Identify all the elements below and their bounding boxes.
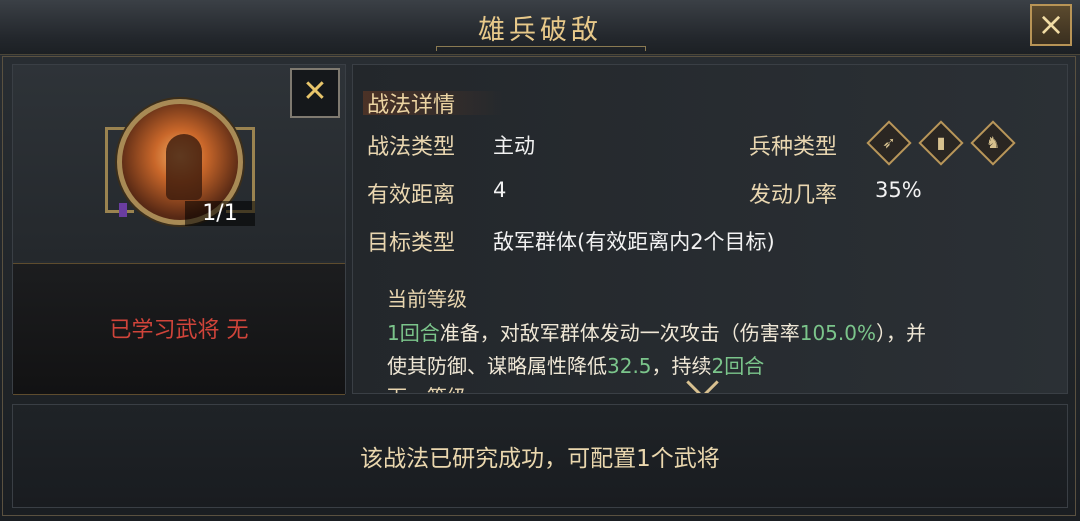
unequip-button[interactable]: ✕: [290, 68, 340, 118]
close-icon[interactable]: ×: [1030, 4, 1072, 46]
trigger-rate-value: 35%: [875, 178, 922, 202]
title-bar: 雄兵破敌: [0, 0, 1080, 55]
skill-count: 1/1: [185, 201, 255, 226]
range-label: 有效距离: [367, 183, 456, 208]
target-value: 敌军群体(有效距离内2个目标): [493, 230, 775, 254]
dialog-title: 雄兵破敌: [478, 15, 602, 46]
skill-type-label: 战法类型: [367, 135, 456, 160]
desc-duration: 2回合: [711, 354, 765, 378]
skill-type-value: 主动: [493, 134, 535, 158]
bow-icon[interactable]: ➶: [866, 120, 912, 166]
desc-text-3: 使其防御、谋略属性降低: [387, 354, 607, 378]
trigger-rate-label: 发动几率: [749, 183, 838, 208]
skill-details-panel: 战法详情 战法类型 主动 有效距离 4 目标类型 敌军群体(有效距离内2个目标)…: [352, 64, 1068, 394]
unit-type-label: 兵种类型: [749, 135, 838, 160]
learned-generals-text: 已学习武将 无: [109, 318, 249, 343]
status-panel: 该战法已研究成功，可配置1个武将: [12, 404, 1068, 508]
desc-rounds: 1回合: [387, 321, 440, 345]
range-value: 4: [493, 178, 507, 202]
desc-text-1: 准备，对敌军群体发动一次攻击（伤害率: [439, 321, 800, 345]
warrior-figure-icon: [166, 134, 202, 200]
desc-text-2: ），并: [876, 321, 926, 345]
shield-icon[interactable]: ▮: [918, 120, 964, 166]
quality-marker: [119, 203, 127, 217]
details-title: 战法详情: [367, 93, 456, 118]
next-level-title: 下一等级: [387, 381, 467, 393]
skill-description: 1回合准备，对敌军群体发动一次攻击（伤害率105.0%），并使其防御、谋略属性降…: [387, 317, 1047, 383]
skill-icon[interactable]: 1/1: [105, 91, 255, 241]
current-level-title: 当前等级: [387, 287, 467, 311]
research-status-text: 该战法已研究成功，可配置1个武将: [360, 446, 720, 472]
desc-damage-rate: 105.0%: [799, 321, 876, 345]
desc-reduction: 32.5: [607, 354, 652, 378]
horse-icon[interactable]: ♞: [970, 120, 1016, 166]
title-decoration: [436, 46, 646, 51]
target-label: 目标类型: [367, 231, 456, 256]
learned-generals-area: 已学习武将 无: [13, 263, 345, 395]
